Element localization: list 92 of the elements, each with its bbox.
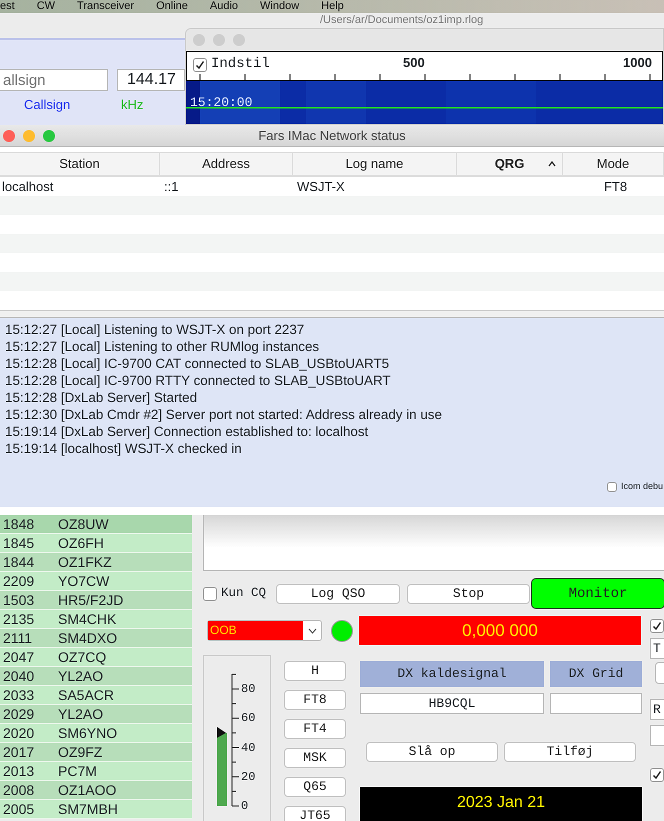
menu-item[interactable]: CW	[36, 0, 56, 13]
checkbox[interactable]	[650, 619, 664, 633]
list-row[interactable]: 1844 OZ1FKZ	[0, 553, 192, 572]
menu-item[interactable]: Help	[321, 0, 344, 13]
scale-label: 500	[403, 54, 425, 72]
log-line: 15:12:28 [DxLab Server] Started	[5, 389, 198, 406]
list-row[interactable]: 2029 YL2AO	[0, 705, 192, 724]
list-row[interactable]: 2047 OZ7CQ	[0, 648, 192, 667]
menu-item[interactable]: est	[0, 0, 15, 13]
log-line: 15:12:28 [Local] IC-9700 CAT connected to SLAB_USBtoUART5	[5, 355, 390, 372]
mode-button[interactable]: H	[284, 661, 346, 681]
button[interactable]: Slå op	[366, 742, 498, 762]
window-button[interactable]	[3, 130, 15, 142]
field-label: Callsign	[24, 96, 70, 114]
button[interactable]: Log QSO	[276, 584, 400, 604]
list-row[interactable]: 2017 OZ9FZ	[0, 743, 192, 762]
button[interactable]: Tilføj	[504, 742, 636, 762]
log-line: 15:19:14 [localhost] WSJT-X checked in	[5, 440, 243, 457]
column-header[interactable]: Address	[160, 153, 293, 175]
caret-icon	[308, 628, 317, 634]
list-row[interactable]: 2008 OZ1AOO	[0, 781, 192, 800]
cq-checkbox[interactable]	[203, 586, 217, 600]
log-line: 15:12:30 [DxLab Cmdr #2] Server port not started: Address already in use	[5, 406, 443, 423]
mode-button[interactable]: Q65	[284, 777, 346, 797]
field-header: DX Grid	[550, 661, 642, 687]
splitter-bar[interactable]	[0, 310, 664, 317]
frequency-display: 0,000 000	[359, 616, 641, 645]
scale-label: 0	[241, 800, 248, 812]
settings-checkbox[interactable]	[193, 58, 207, 72]
log-line: 15:12:27 [Local] Listening to WSJT-X on port 2237	[5, 321, 306, 338]
list-row[interactable]: 2020 SM6YNO	[0, 724, 192, 743]
list-row[interactable]: 1848 OZ8UW	[0, 515, 192, 534]
input-field[interactable]: T	[650, 638, 664, 659]
dx-grid-field[interactable]	[550, 693, 642, 714]
frequency-field[interactable]: 144.17	[117, 69, 185, 91]
list-row[interactable]: 1503 HR5/F2JD	[0, 591, 192, 610]
list-row[interactable]: 2111 SM4DXO	[0, 629, 192, 648]
checkbox-label: Icom debu	[620, 480, 663, 493]
checkbox-label: Kun CQ	[221, 585, 266, 602]
menu-item[interactable]: Online	[156, 0, 188, 13]
time-label: 15:20:00	[190, 94, 252, 112]
column-header[interactable]: Log name	[293, 153, 457, 175]
debug-checkbox[interactable]	[606, 482, 617, 492]
menu-item[interactable]: Audio	[210, 0, 238, 13]
table-cell-text: FT8	[602, 178, 628, 196]
mode-button[interactable]: MSK	[284, 748, 346, 768]
menu-item[interactable]: Window	[260, 0, 300, 13]
scale-label: 80	[241, 683, 256, 695]
level-pointer-icon	[217, 726, 226, 738]
checkbox-label: Indstil	[211, 55, 270, 74]
window-title: /Users/ar/Documents/oz1imp.rlog	[320, 13, 484, 27]
window-button[interactable]	[193, 34, 205, 46]
mode-button[interactable]: FT8	[284, 690, 346, 710]
mode-button[interactable]: JT65	[284, 806, 346, 821]
button[interactable]: Stop	[407, 584, 530, 604]
input-field[interactable]: R	[650, 699, 664, 720]
log-line: 15:12:27 [Local] Listening to other RUMlog instances	[5, 338, 320, 355]
menu-item[interactable]: Transceiver	[77, 0, 134, 13]
button[interactable]: Monitor	[531, 578, 664, 609]
window-button[interactable]	[23, 130, 35, 142]
window-title: Fars IMac Network status	[258, 128, 406, 143]
list-row[interactable]: 2033 SA5ACR	[0, 686, 192, 705]
checkbox[interactable]	[650, 768, 664, 782]
log-line: 15:19:14 [DxLab Server] Connection established to: localhost	[5, 423, 370, 440]
column-header[interactable]: QRG	[457, 153, 563, 175]
column-header[interactable]: Mode	[563, 153, 664, 175]
table-cell-text: localhost	[1, 178, 54, 196]
list-row[interactable]: 2040 YL2AO	[0, 667, 192, 686]
scale-label: 1000	[623, 54, 652, 72]
list-row[interactable]: 2005 SM7MBH	[0, 800, 192, 819]
table-cell-text: WSJT-X	[296, 178, 346, 196]
list-row[interactable]: 2135 SM4CHK	[0, 610, 192, 629]
table-cell-text: ::1	[163, 178, 180, 196]
field-header: DX kaldesignal	[360, 661, 544, 687]
window-button[interactable]	[43, 130, 55, 142]
mode-button[interactable]: FT4	[284, 719, 346, 739]
date-display: 2023 Jan 21	[360, 787, 642, 821]
input-field[interactable]	[650, 725, 664, 746]
log-line: 15:12:28 [Local] IC-9700 RTTY connected to SLAB_USBtoUART	[5, 372, 392, 389]
scale-label: 20	[241, 770, 256, 783]
window-button[interactable]	[233, 34, 245, 46]
scale-label: 60	[241, 712, 256, 724]
list-row[interactable]: 2209 YO7CW	[0, 572, 192, 591]
dx-call-field[interactable]: HB9CQL	[360, 693, 544, 714]
column-header[interactable]: Station	[0, 153, 160, 175]
callsign-field[interactable]: allsign	[0, 69, 108, 91]
window-button[interactable]	[213, 34, 225, 46]
status-light-icon	[331, 620, 353, 642]
field-label: kHz	[121, 96, 144, 114]
list-row[interactable]: 1845 OZ6FH	[0, 534, 192, 553]
scale-label: 40	[241, 742, 256, 754]
list-row[interactable]: 2013 PC7M	[0, 762, 192, 781]
